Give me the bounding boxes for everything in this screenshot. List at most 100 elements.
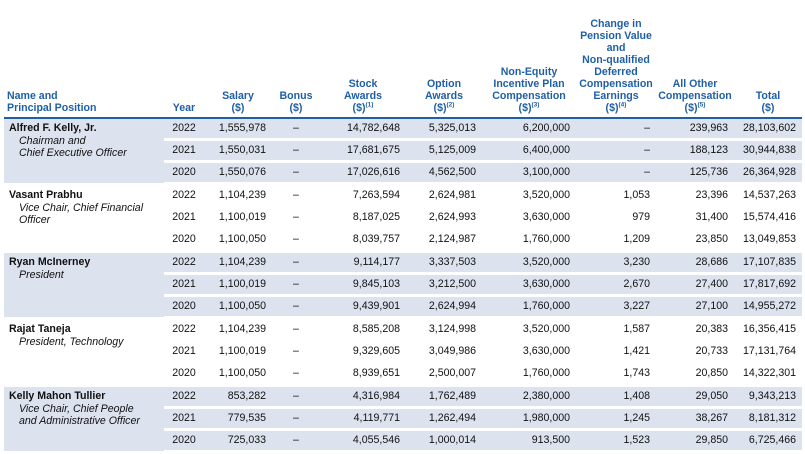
year-cell: 2021 bbox=[164, 139, 204, 163]
non-equity-cell: 1,760,000 bbox=[482, 362, 576, 387]
header-stock-awards: Stock Awards ($)(1) bbox=[320, 0, 406, 119]
header-name: Name and Principal Position bbox=[4, 0, 164, 119]
year-cell: 2020 bbox=[164, 228, 204, 253]
non-equity-cell: 1,980,000 bbox=[482, 407, 576, 431]
total-cell: 28,103,602 bbox=[734, 118, 802, 141]
executive-title: Vice Chair, Chief Financial Officer bbox=[19, 201, 144, 226]
bonus-cell: – bbox=[272, 340, 320, 364]
salary-cell: 1,100,019 bbox=[204, 340, 272, 364]
stock-awards-cell: 4,055,546 bbox=[320, 429, 406, 454]
salary-cell: 1,100,050 bbox=[204, 295, 272, 320]
year-cell: 2021 bbox=[164, 407, 204, 431]
executive-name: Kelly Mahon Tullier bbox=[9, 389, 106, 402]
footnote-1: (1) bbox=[365, 101, 374, 109]
option-awards-cell: 3,337,503 bbox=[406, 251, 482, 275]
year-cell: 2020 bbox=[164, 429, 204, 454]
non-equity-cell: 6,400,000 bbox=[482, 139, 576, 163]
table-row: Alfred F. Kelly, Jr. Chairman and Chief Ex… bbox=[4, 118, 802, 186]
header-salary: Salary ($) bbox=[204, 0, 272, 119]
salary-cell: 1,104,239 bbox=[204, 184, 272, 208]
stock-awards-cell: 8,939,651 bbox=[320, 362, 406, 387]
stock-awards-cell: 9,439,901 bbox=[320, 295, 406, 320]
executive-group: Kelly Mahon Tullier Vice Chair, Chief Peo… bbox=[4, 385, 802, 454]
all-other-cell: 29,050 bbox=[656, 385, 734, 409]
header-all-other: All Other Compensation ($)(5) bbox=[656, 0, 734, 119]
option-awards-cell: 2,624,994 bbox=[406, 295, 482, 320]
option-awards-cell: 2,624,981 bbox=[406, 184, 482, 208]
all-other-cell: 188,123 bbox=[656, 139, 734, 163]
pension-cell: 1,421 bbox=[576, 340, 656, 364]
total-cell: 14,322,301 bbox=[734, 362, 802, 387]
non-equity-cell: 3,630,000 bbox=[482, 206, 576, 230]
stock-awards-cell: 4,316,984 bbox=[320, 385, 406, 409]
header-option-awards: Option Awards ($)(2) bbox=[406, 0, 482, 119]
header-pension: Change in Pension Value and Non-qualified De… bbox=[576, 0, 656, 119]
executive-name: Alfred F. Kelly, Jr. bbox=[9, 122, 97, 134]
summary-compensation-table: Name and Principal Position Year Salary ($… bbox=[4, 0, 802, 454]
table-row: Ryan McInerney President 2022 1,104,239–9,1… bbox=[4, 251, 802, 320]
non-equity-cell: 3,100,000 bbox=[482, 161, 576, 186]
pension-cell: 1,245 bbox=[576, 407, 656, 431]
footnote-3: (3) bbox=[531, 101, 540, 109]
all-other-cell: 20,383 bbox=[656, 318, 734, 342]
non-equity-cell: 3,520,000 bbox=[482, 251, 576, 275]
executive-group: Rajat Taneja President, Technology 2022 1,1… bbox=[4, 318, 802, 387]
year-cell: 2021 bbox=[164, 273, 204, 297]
stock-awards-cell: 14,782,648 bbox=[320, 118, 406, 141]
non-equity-cell: 2,380,000 bbox=[482, 385, 576, 409]
all-other-cell: 20,733 bbox=[656, 340, 734, 364]
all-other-cell: 20,850 bbox=[656, 362, 734, 387]
bonus-cell: – bbox=[272, 184, 320, 208]
non-equity-cell: 3,520,000 bbox=[482, 184, 576, 208]
pension-cell: 3,227 bbox=[576, 295, 656, 320]
bonus-cell: – bbox=[272, 429, 320, 454]
total-cell: 8,181,312 bbox=[734, 407, 802, 431]
option-awards-cell: 2,500,007 bbox=[406, 362, 482, 387]
header-non-equity: Non-Equity Incentive Plan Compensation ($)(… bbox=[482, 0, 576, 119]
year-cell: 2022 bbox=[164, 385, 204, 409]
table-row: Vasant Prabhu Vice Chair, Chief Financial… bbox=[4, 184, 802, 253]
bonus-cell: – bbox=[272, 251, 320, 275]
bonus-cell: – bbox=[272, 273, 320, 297]
executive-name: Ryan McInerney bbox=[9, 255, 91, 268]
stock-awards-cell: 17,681,675 bbox=[320, 139, 406, 163]
year-cell: 2020 bbox=[164, 362, 204, 387]
total-cell: 17,131,764 bbox=[734, 340, 802, 364]
year-cell: 2022 bbox=[164, 184, 204, 208]
year-cell: 2022 bbox=[164, 318, 204, 342]
bonus-cell: – bbox=[272, 407, 320, 431]
all-other-cell: 27,100 bbox=[656, 295, 734, 320]
total-cell: 16,356,415 bbox=[734, 318, 802, 342]
pension-cell: 1,209 bbox=[576, 228, 656, 253]
option-awards-cell: 3,049,986 bbox=[406, 340, 482, 364]
executive-group: Vasant Prabhu Vice Chair, Chief Financial… bbox=[4, 184, 802, 253]
executive-name-cell: Rajat Taneja President, Technology bbox=[4, 318, 164, 387]
year-cell: 2021 bbox=[164, 206, 204, 230]
header-year: Year bbox=[164, 0, 204, 119]
pension-cell: 1,408 bbox=[576, 385, 656, 409]
bonus-cell: – bbox=[272, 118, 320, 141]
all-other-cell: 23,850 bbox=[656, 228, 734, 253]
all-other-cell: 38,267 bbox=[656, 407, 734, 431]
total-cell: 17,817,692 bbox=[734, 273, 802, 297]
header-total: Total ($) bbox=[734, 0, 802, 119]
non-equity-cell: 3,630,000 bbox=[482, 340, 576, 364]
table-row: Kelly Mahon Tullier Vice Chair, Chief Peo… bbox=[4, 385, 802, 454]
pension-cell: – bbox=[576, 139, 656, 163]
non-equity-cell: 3,630,000 bbox=[482, 273, 576, 297]
salary-cell: 1,100,050 bbox=[204, 228, 272, 253]
stock-awards-cell: 8,585,208 bbox=[320, 318, 406, 342]
salary-cell: 1,100,050 bbox=[204, 362, 272, 387]
stock-awards-cell: 9,114,177 bbox=[320, 251, 406, 275]
pension-cell: – bbox=[576, 161, 656, 186]
compensation-table-page: { "headers": { "name": "Name and\nPrinci… bbox=[0, 0, 805, 454]
all-other-cell: 27,400 bbox=[656, 273, 734, 297]
bonus-cell: – bbox=[272, 228, 320, 253]
bonus-cell: – bbox=[272, 139, 320, 163]
total-cell: 13,049,853 bbox=[734, 228, 802, 253]
bonus-cell: – bbox=[272, 161, 320, 186]
stock-awards-cell: 17,026,616 bbox=[320, 161, 406, 186]
stock-awards-cell: 8,039,757 bbox=[320, 228, 406, 253]
executive-name-cell: Kelly Mahon Tullier Vice Chair, Chief Peo… bbox=[4, 385, 164, 454]
salary-cell: 1,100,019 bbox=[204, 206, 272, 230]
